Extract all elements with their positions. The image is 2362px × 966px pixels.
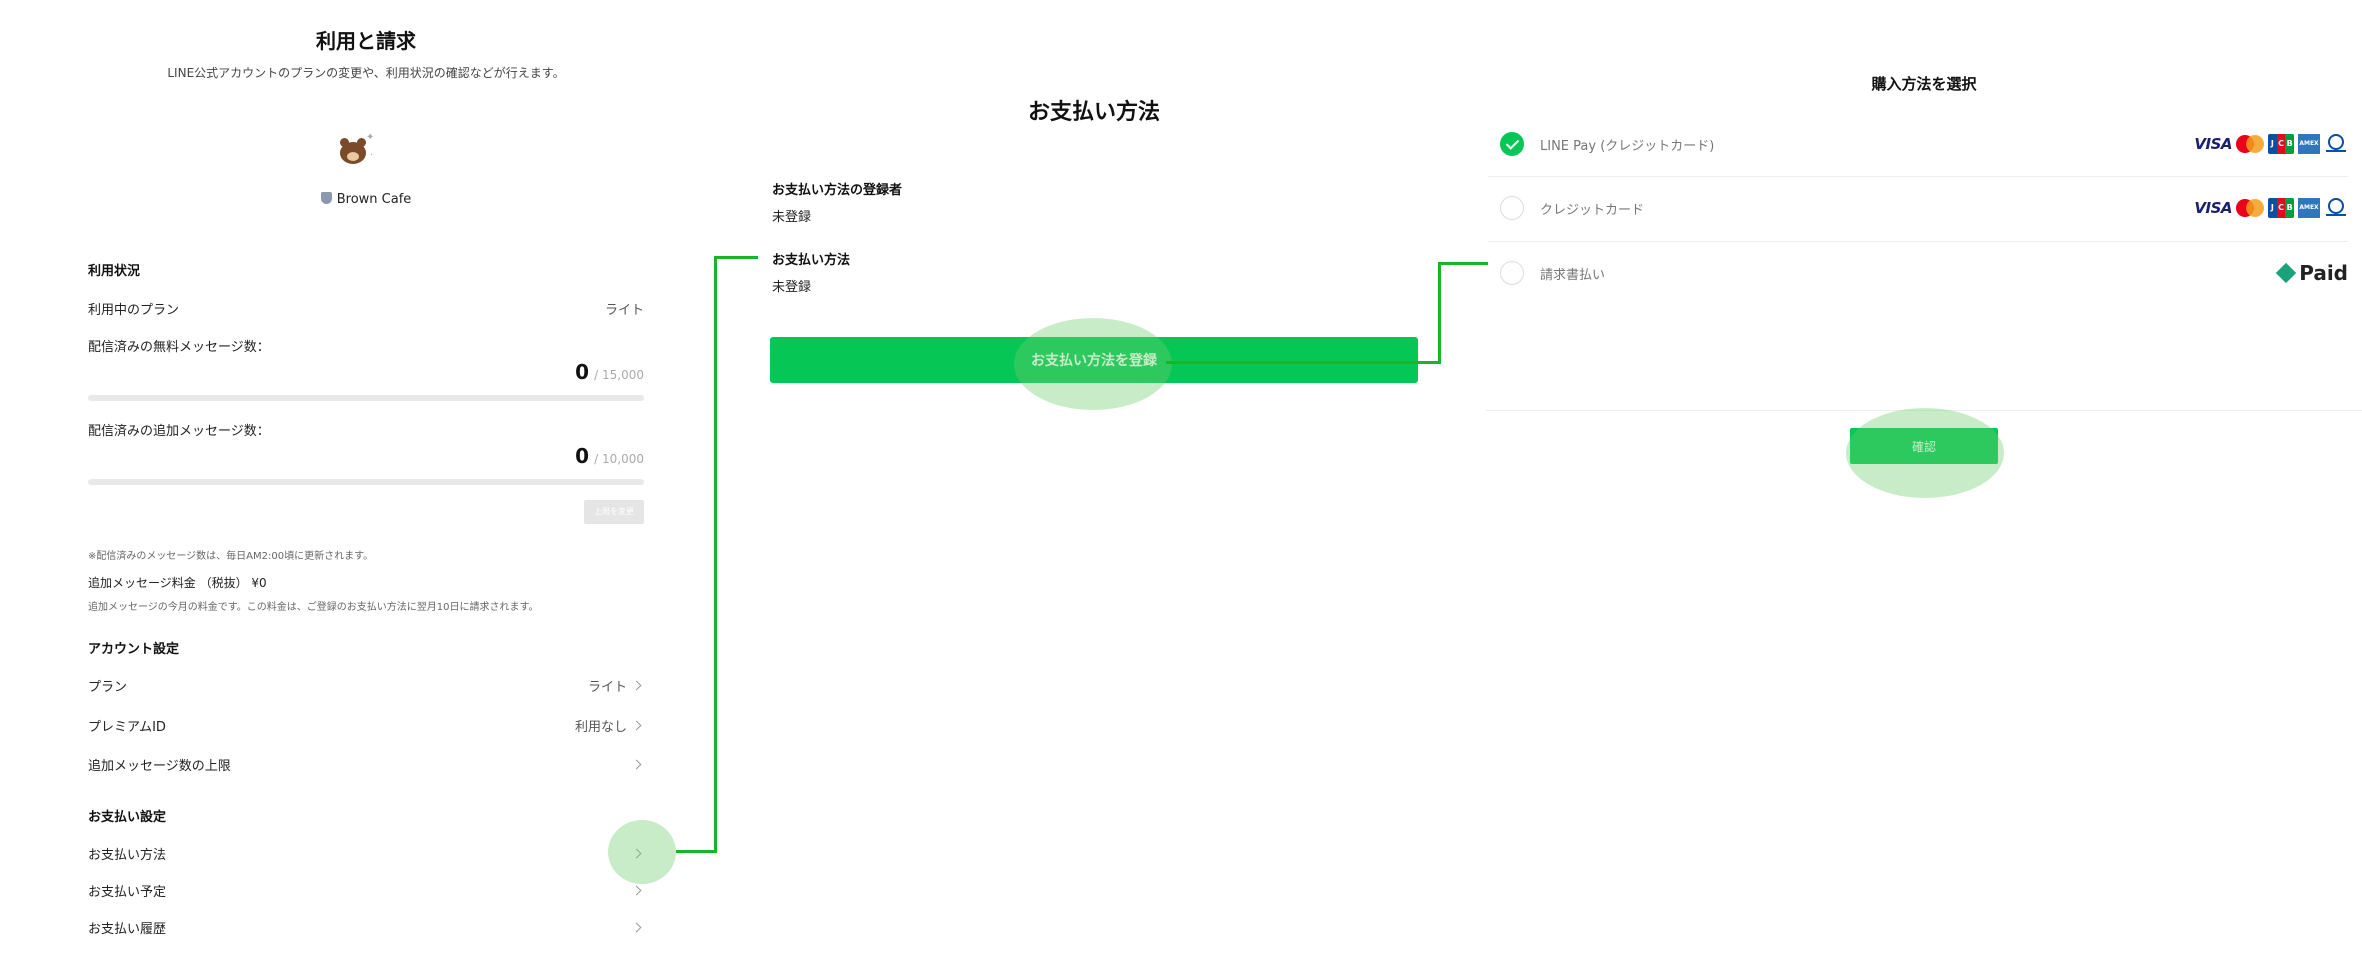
- connector-line: [1438, 262, 1441, 364]
- page-subtitle: LINE公式アカウントのプランの変更や、利用状況の確認などが行えます。: [167, 66, 565, 80]
- settings-item-label: プレミアムID: [88, 720, 166, 735]
- current-plan-value: ライト: [604, 303, 644, 318]
- paid-logo: Paid: [2276, 261, 2348, 285]
- connector-line: [714, 256, 758, 259]
- usage-status-heading: 利用状況: [88, 264, 141, 279]
- mastercard-icon: [2236, 135, 2264, 153]
- usage-billing-panel: 利用と請求 LINE公式アカウントのプランの変更や、利用状況の確認などが行えます…: [88, 0, 644, 966]
- highlight-circle: [608, 820, 676, 884]
- paid-cube-icon: [2276, 262, 2297, 284]
- current-plan-row: 利用中のプラン ライト: [88, 299, 644, 318]
- connector-line: [676, 850, 716, 853]
- free-msg-count-value: 0: [575, 360, 590, 384]
- extra-fee-note: 追加メッセージの今月の料金です。この料金は、ご登録のお支払い方法に翌月10日に請…: [88, 602, 539, 613]
- page-title: 利用と請求: [316, 29, 416, 53]
- free-msg-progress-bar: [88, 395, 644, 401]
- account-name-label: Brown Cafe: [336, 192, 412, 207]
- payment-item-history[interactable]: お支払い履歴: [88, 918, 644, 937]
- radio-unchecked-icon[interactable]: [1500, 261, 1524, 285]
- extra-fee-label: 追加メッセージ料金 （税抜） ¥0: [88, 576, 267, 590]
- option-label: LINE Pay (クレジットカード): [1540, 138, 1715, 154]
- settings-item-plan[interactable]: プラン ライト: [88, 676, 644, 695]
- connector-line: [714, 256, 717, 853]
- visa-icon: VISA: [2194, 199, 2232, 217]
- option-label: クレジットカード: [1540, 202, 1645, 218]
- payment-method-title: お支払い方法: [1027, 100, 1160, 125]
- extra-msg-limit: / 10,000: [594, 452, 644, 466]
- registrant-value: 未登録: [772, 210, 812, 225]
- account-settings-heading: アカウント設定: [88, 642, 180, 657]
- highlight-circle: [1846, 408, 2004, 498]
- account-name: Brown Cafe: [88, 192, 644, 207]
- settings-item-value: ライト: [587, 680, 627, 695]
- payment-item-label: お支払い方法: [88, 848, 167, 863]
- diners-icon: [2324, 134, 2348, 154]
- free-msg-limit: / 15,000: [594, 368, 644, 382]
- change-limit-button[interactable]: 上限を変更: [584, 500, 644, 524]
- payment-method-value: 未登録: [772, 280, 812, 295]
- card-brands: VISA JCB AMEX: [2194, 134, 2348, 154]
- chevron-right-icon: [631, 680, 642, 691]
- extra-msg-count: 0 / 10,000: [575, 444, 644, 468]
- option-label: 請求書払い: [1540, 267, 1606, 283]
- connector-line: [1438, 262, 1488, 265]
- registrant-label: お支払い方法の登録者: [772, 183, 903, 198]
- mastercard-icon: [2236, 199, 2264, 217]
- card-brands: VISA JCB AMEX: [2194, 198, 2348, 218]
- chevron-right-icon: [631, 885, 642, 896]
- avatar: ✦ ·: [334, 128, 378, 172]
- amex-icon: AMEX: [2298, 134, 2320, 154]
- extra-msg-progress-bar: [88, 479, 644, 485]
- jcb-icon: JCB: [2268, 134, 2294, 154]
- option-credit-card[interactable]: クレジットカード VISA JCB AMEX: [1488, 176, 2348, 240]
- amex-icon: AMEX: [2298, 198, 2320, 218]
- purchase-method-title: 購入方法を選択: [1871, 75, 1977, 93]
- option-line-pay[interactable]: LINE Pay (クレジットカード) VISA JCB AMEX: [1488, 112, 2348, 176]
- payment-item-label: お支払い予定: [88, 885, 167, 900]
- radio-unchecked-icon[interactable]: [1500, 196, 1524, 220]
- free-msg-count: 0 / 15,000: [575, 360, 644, 384]
- visa-icon: VISA: [2194, 135, 2232, 153]
- option-invoice[interactable]: 請求書払い Paid: [1488, 241, 2348, 305]
- extra-msg-label: 配信済みの追加メッセージ数：: [88, 420, 644, 439]
- diners-icon: [2324, 198, 2348, 218]
- chevron-right-icon: [631, 759, 642, 770]
- settings-item-value: 利用なし: [574, 720, 627, 735]
- radio-checked-icon[interactable]: [1500, 132, 1524, 156]
- current-plan-label: 利用中のプラン: [88, 303, 180, 318]
- settings-item-label: プラン: [88, 680, 128, 695]
- highlight-circle: [1014, 318, 1172, 410]
- jcb-icon: JCB: [2268, 198, 2294, 218]
- payment-method-label: お支払い方法: [772, 253, 851, 268]
- payment-item-method[interactable]: お支払い方法: [88, 844, 644, 863]
- chevron-right-icon: [631, 720, 642, 731]
- free-msg-label: 配信済みの無料メッセージ数：: [88, 336, 644, 355]
- settings-item-extra-limit[interactable]: 追加メッセージ数の上限: [88, 755, 644, 774]
- extra-msg-count-value: 0: [575, 444, 590, 468]
- payment-item-schedule[interactable]: お支払い予定: [88, 881, 644, 900]
- settings-item-premium-id[interactable]: プレミアムID 利用なし: [88, 716, 644, 735]
- chevron-right-icon: [631, 922, 642, 933]
- settings-item-label: 追加メッセージ数の上限: [88, 759, 231, 774]
- shield-icon: [320, 192, 332, 204]
- paid-logo-text: Paid: [2299, 261, 2348, 285]
- extra-msg-label-text: 配信済みの追加メッセージ数：: [88, 424, 270, 439]
- payment-item-label: お支払い履歴: [88, 922, 167, 937]
- payment-settings-heading: お支払い設定: [88, 810, 167, 825]
- free-msg-label-text: 配信済みの無料メッセージ数：: [88, 340, 270, 355]
- update-note: ※配信済みのメッセージ数は、毎日AM2:00頃に更新されます。: [88, 551, 374, 562]
- connector-line: [1166, 361, 1440, 364]
